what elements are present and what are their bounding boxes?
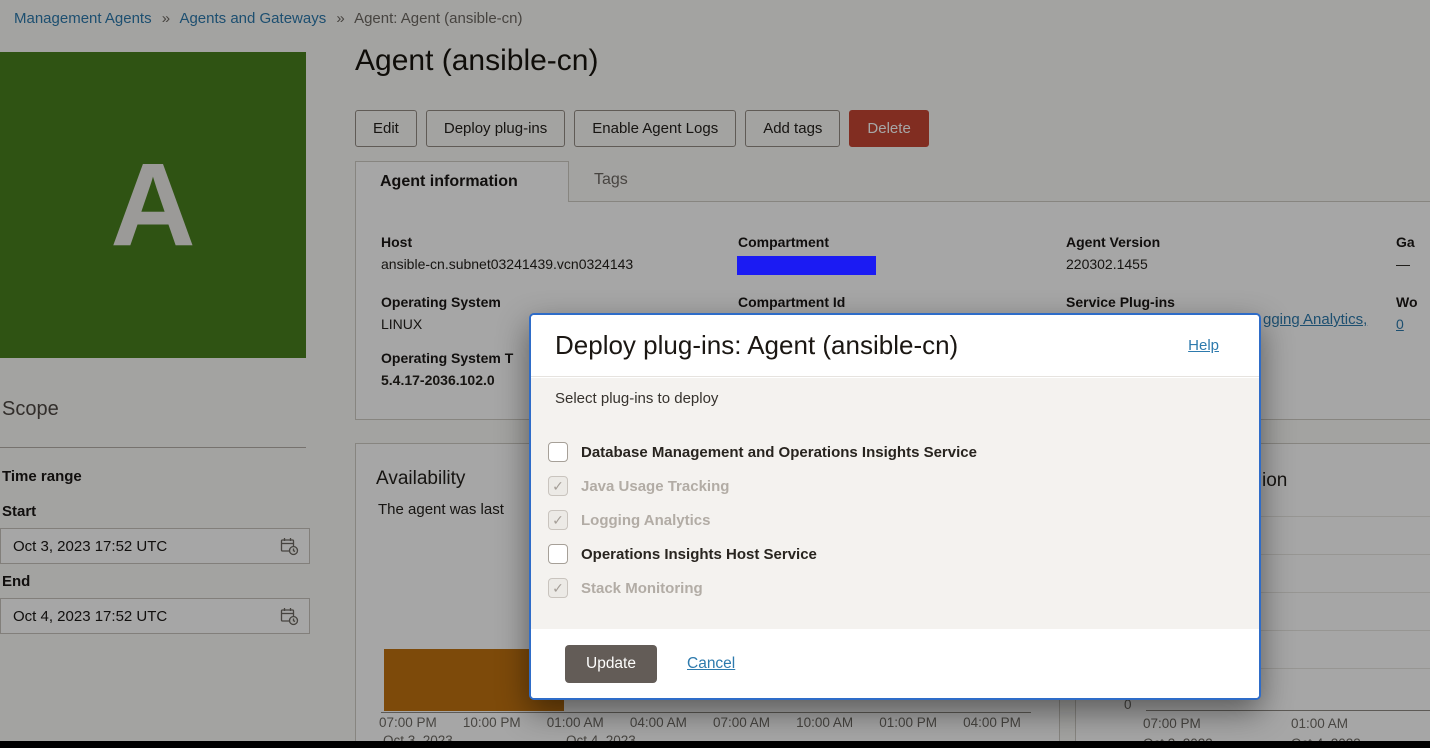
modal-footer: Update Cancel [531,629,1259,700]
plugin-label: Stack Monitoring [581,580,703,597]
help-link[interactable]: Help [1188,337,1219,354]
bottom-window-edge [0,741,1430,748]
modal-header: Deploy plug-ins: Agent (ansible-cn) Help [531,315,1259,377]
plugin-row-logging-analytics: ✓ Logging Analytics [548,508,710,532]
checkmark-icon: ✓ [552,478,564,495]
checkbox-checked-disabled: ✓ [548,578,568,598]
plugin-label: Java Usage Tracking [581,478,729,495]
plugin-row-operations-insights-host[interactable]: Operations Insights Host Service [548,542,817,566]
checkbox-checked-disabled: ✓ [548,510,568,530]
checkbox-unchecked[interactable] [548,544,568,564]
plugin-label: Database Management and Operations Insig… [581,444,977,461]
checkmark-icon: ✓ [552,512,564,529]
cancel-link[interactable]: Cancel [687,655,735,673]
plugin-row-stack-monitoring: ✓ Stack Monitoring [548,576,703,600]
modal-title: Deploy plug-ins: Agent (ansible-cn) [555,330,958,361]
plugin-row-database-management[interactable]: Database Management and Operations Insig… [548,440,977,464]
update-button[interactable]: Update [565,645,657,683]
plugin-label: Logging Analytics [581,512,710,529]
checkbox-checked-disabled: ✓ [548,476,568,496]
plugin-row-java-usage-tracking: ✓ Java Usage Tracking [548,474,729,498]
checkmark-icon: ✓ [552,580,564,597]
modal-body: Select plug-ins to deploy Database Manag… [531,378,1259,629]
checkbox-unchecked[interactable] [548,442,568,462]
modal-instruction: Select plug-ins to deploy [555,390,718,407]
compartment-value-redaction [737,256,876,275]
plugin-label: Operations Insights Host Service [581,546,817,563]
agent-details-page: Management Agents » Agents and Gateways … [0,0,1430,748]
deploy-plugins-modal: Deploy plug-ins: Agent (ansible-cn) Help… [529,313,1261,700]
